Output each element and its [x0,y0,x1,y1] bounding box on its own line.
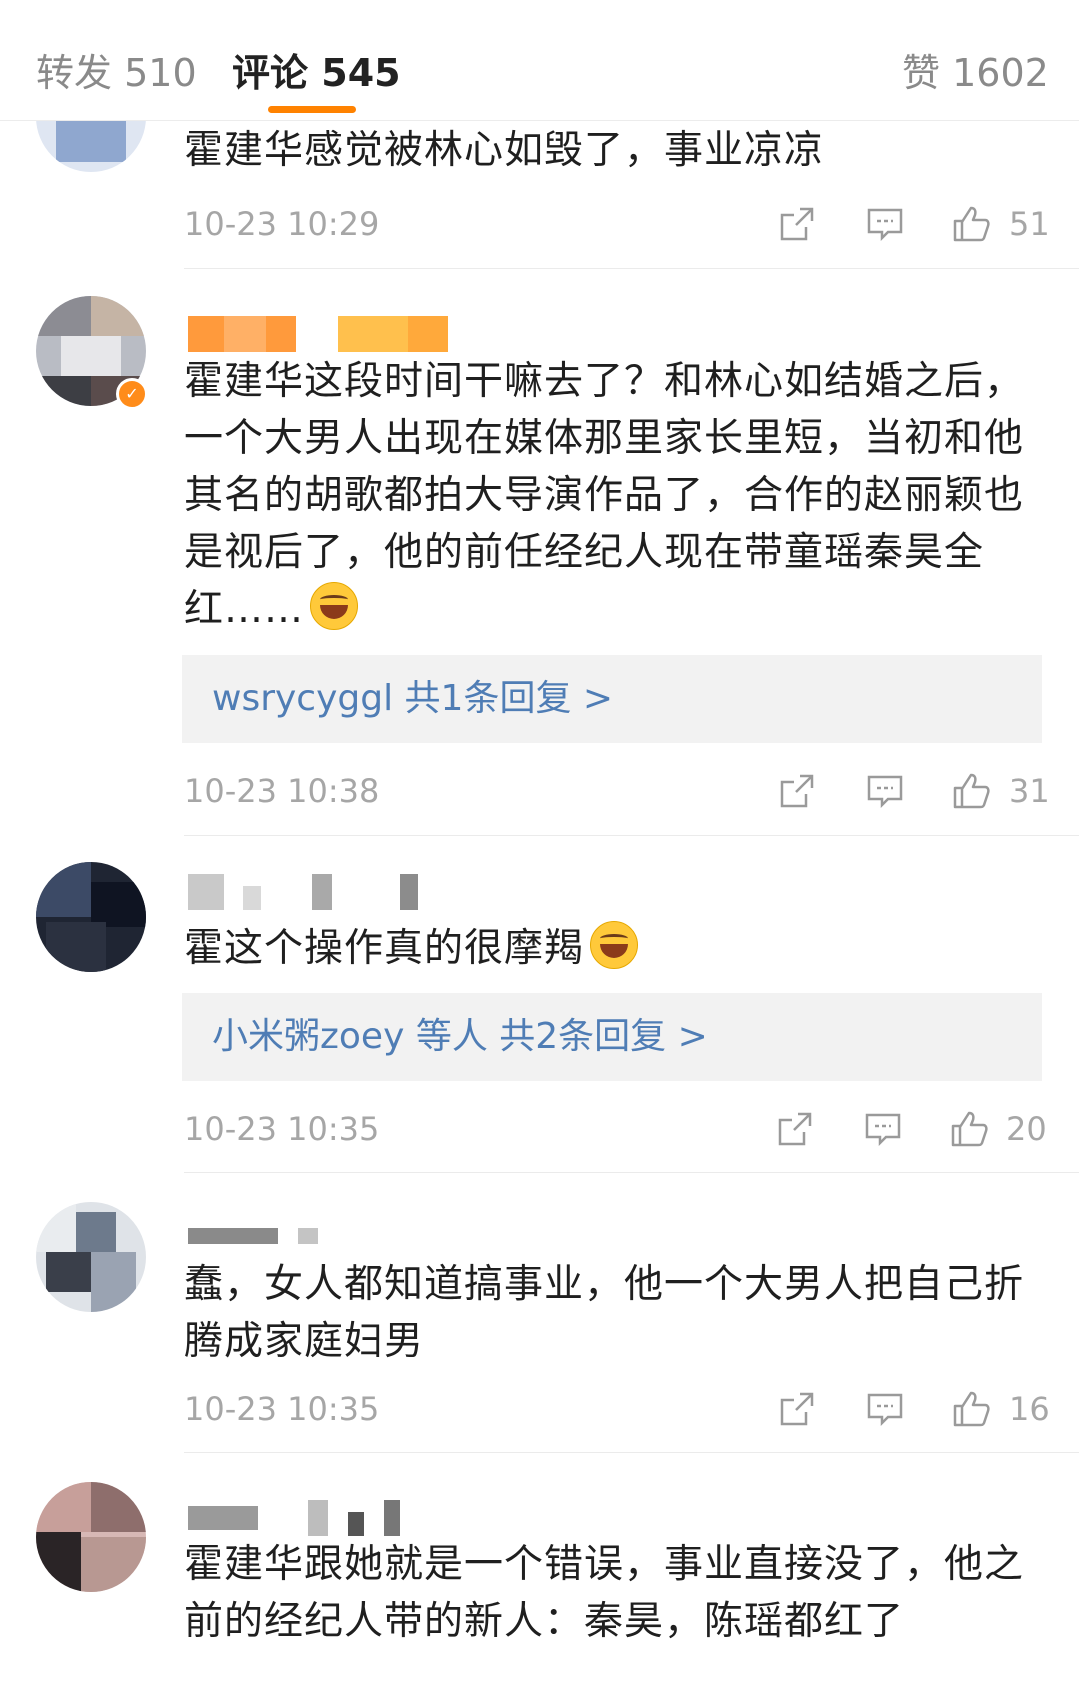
divider [184,1452,1079,1453]
comment-text-content: 霍这个操作真的很摩羯 [184,926,585,971]
tab-reposts[interactable]: 转发 510 [36,42,197,97]
thumbs-up-icon[interactable] [952,1390,990,1428]
share-icon[interactable] [778,772,816,810]
divider [184,268,1079,269]
comment-icon[interactable] [866,1390,904,1428]
tab-comments-count: 545 [321,51,401,95]
comment-icon[interactable] [866,772,904,810]
reply-summary-link[interactable]: wsrycyggl 共1条回复 > [182,678,613,719]
share-icon[interactable] [776,1110,814,1148]
comment-text: 霍建华这段时间干嘛去了？和林心如结婚之后，一个大男人出现在媒体那里家长里短，当初… [184,353,1044,638]
active-tab-indicator [268,106,356,113]
laugh-cry-emoji-icon [310,582,359,630]
tab-comments[interactable]: 评论 545 [232,42,401,97]
like-count: 20 [1006,1110,1047,1148]
thumbs-up-icon[interactable] [952,205,990,243]
comment-meta: 10-23 10:38 31 [184,772,1050,812]
tab-comments-label: 评论 [232,51,309,95]
like-count: 31 [1009,772,1050,810]
comment-text: 蠢，女人都知道搞事业，他一个大男人把自己折腾成家庭妇男 [184,1262,1025,1364]
comment-icon[interactable] [866,205,904,243]
comment-tabs-bar: 转发 510 评论 545 赞 1602 [0,0,1079,121]
comment-icon[interactable] [864,1110,902,1148]
comment-meta: 10-23 10:29 51 [184,205,1050,245]
comment-time: 10-23 10:29 [184,205,380,243]
reply-summary-box[interactable]: 小米粥zoey 等人 共2条回复 > [182,993,1042,1081]
share-icon[interactable] [778,205,816,243]
avatar[interactable] [36,1482,146,1592]
divider [184,1172,1079,1173]
divider [184,835,1079,836]
laugh-cry-emoji-icon [590,921,639,969]
verified-badge-icon: ✓ [116,378,148,410]
tab-likes-count: 1602 [952,51,1049,95]
comment-meta: 10-23 10:35 20 [184,1110,1047,1150]
comment-meta: 10-23 10:35 16 [184,1390,1050,1430]
avatar[interactable] [36,1202,146,1312]
share-icon[interactable] [778,1390,816,1428]
comment-text: 霍建华感觉被林心如毁了，事业凉凉 [184,128,825,173]
comment-text-content: 霍建华这段时间干嘛去了？和林心如结婚之后，一个大男人出现在媒体那里家长里短，当初… [184,359,1025,632]
like-count: 16 [1009,1390,1050,1428]
comment-text: 霍这个操作真的很摩羯 [184,920,1044,977]
thumbs-up-icon[interactable] [950,1110,988,1148]
comment-time: 10-23 10:35 [184,1110,380,1148]
reply-summary-box[interactable]: wsrycyggl 共1条回复 > [182,655,1042,743]
comment-text: 霍建华跟她就是一个错误，事业直接没了，他之前的经纪人带的新人：秦昊，陈瑶都红了 [184,1542,1025,1644]
tab-reposts-count: 510 [124,51,197,95]
tab-likes[interactable]: 赞 1602 [902,42,1049,97]
thumbs-up-icon[interactable] [952,772,990,810]
comment-time: 10-23 10:38 [184,772,380,810]
reply-summary-link[interactable]: 小米粥zoey 等人 共2条回复 > [182,1016,708,1057]
comment-time: 10-23 10:35 [184,1390,380,1428]
tab-reposts-label: 转发 [36,51,113,95]
avatar[interactable] [36,862,146,972]
like-count: 51 [1009,205,1050,243]
tab-likes-label: 赞 [902,51,941,95]
